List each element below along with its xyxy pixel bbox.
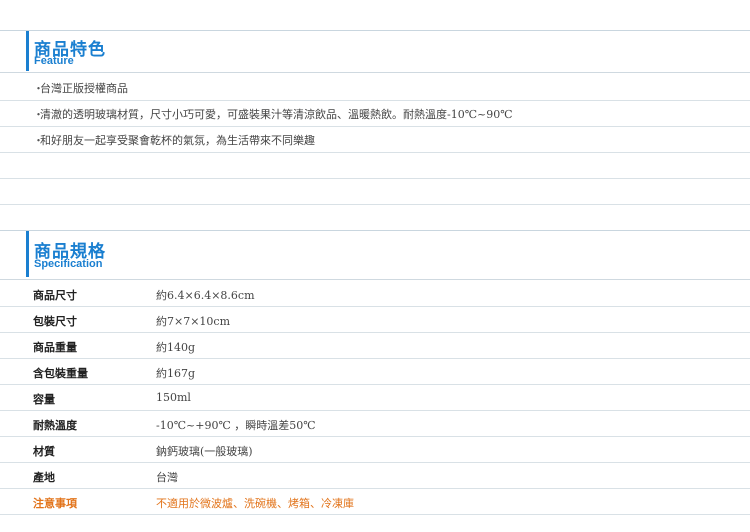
feature-header-rule bbox=[0, 72, 750, 73]
spec-row: 材質 鈉鈣玻璃(一般玻璃) bbox=[0, 437, 750, 463]
spec-header-rule bbox=[0, 279, 750, 280]
feature-item: ・ 和好朋友一起享受聚會乾杯的氣氛，為生活帶來不同樂趣 bbox=[0, 127, 750, 153]
spec-row: 耐熱溫度 -10℃~+90℃ ，瞬時溫差50℃ bbox=[0, 411, 750, 437]
spec-value: 約167g bbox=[156, 367, 196, 380]
spec-value: -10℃~+90℃ ，瞬時溫差50℃ bbox=[156, 419, 316, 432]
spec-value: 約7×7×10cm bbox=[156, 315, 231, 328]
spec-title-en: Specification bbox=[34, 258, 103, 270]
feature-title-en: Feature bbox=[34, 55, 74, 67]
spec-label: 商品重量 bbox=[33, 341, 77, 354]
spec-value: 150ml bbox=[156, 391, 191, 404]
spec-label: 商品尺寸 bbox=[33, 289, 77, 302]
spec-value: 約6.4×6.4×8.6cm bbox=[156, 289, 255, 302]
feature-empty-row bbox=[0, 205, 750, 231]
spec-header: 商品規格 Specification bbox=[0, 230, 750, 277]
feature-item: ・ 台灣正版授權商品 bbox=[0, 75, 750, 101]
feature-empty-row bbox=[0, 179, 750, 205]
spec-label: 材質 bbox=[33, 445, 55, 458]
feature-accent-bar bbox=[26, 31, 29, 71]
spec-row-warning: 注意事項 不適用於微波爐、洗碗機、烤箱、冷凍庫 bbox=[0, 489, 750, 515]
spec-value: 約140g bbox=[156, 341, 196, 354]
spec-row: 商品尺寸 約6.4×6.4×8.6cm bbox=[0, 281, 750, 307]
spec-label: 包裝尺寸 bbox=[33, 315, 77, 328]
spec-accent-bar bbox=[26, 231, 29, 277]
spec-label: 含包裝重量 bbox=[33, 367, 88, 380]
spec-value: 台灣 bbox=[156, 471, 178, 484]
feature-empty-row bbox=[0, 153, 750, 179]
feature-item-text: 清澈的透明玻璃材質，尺寸小巧可愛，可盛裝果汁等清涼飲品、溫暖熱飲。耐熱溫度-10… bbox=[40, 108, 513, 121]
spec-label: 容量 bbox=[33, 393, 55, 406]
feature-item-text: 和好朋友一起享受聚會乾杯的氣氛，為生活帶來不同樂趣 bbox=[40, 134, 315, 147]
spec-row: 商品重量 約140g bbox=[0, 333, 750, 359]
spec-row: 容量 150ml bbox=[0, 385, 750, 411]
spec-label: 產地 bbox=[33, 471, 55, 484]
feature-item-text: 台灣正版授權商品 bbox=[40, 82, 128, 95]
spec-value: 鈉鈣玻璃(一般玻璃) bbox=[156, 445, 253, 458]
feature-header: 商品特色 Feature bbox=[0, 30, 750, 71]
spec-row: 含包裝重量 約167g bbox=[0, 359, 750, 385]
spec-row: 產地 台灣 bbox=[0, 463, 750, 489]
feature-item: ・ 清澈的透明玻璃材質，尺寸小巧可愛，可盛裝果汁等清涼飲品、溫暖熱飲。耐熱溫度-… bbox=[0, 101, 750, 127]
spec-label: 注意事項 bbox=[33, 497, 77, 510]
spec-value: 不適用於微波爐、洗碗機、烤箱、冷凍庫 bbox=[156, 497, 354, 510]
spec-label: 耐熱溫度 bbox=[33, 419, 77, 432]
spec-row: 包裝尺寸 約7×7×10cm bbox=[0, 307, 750, 333]
